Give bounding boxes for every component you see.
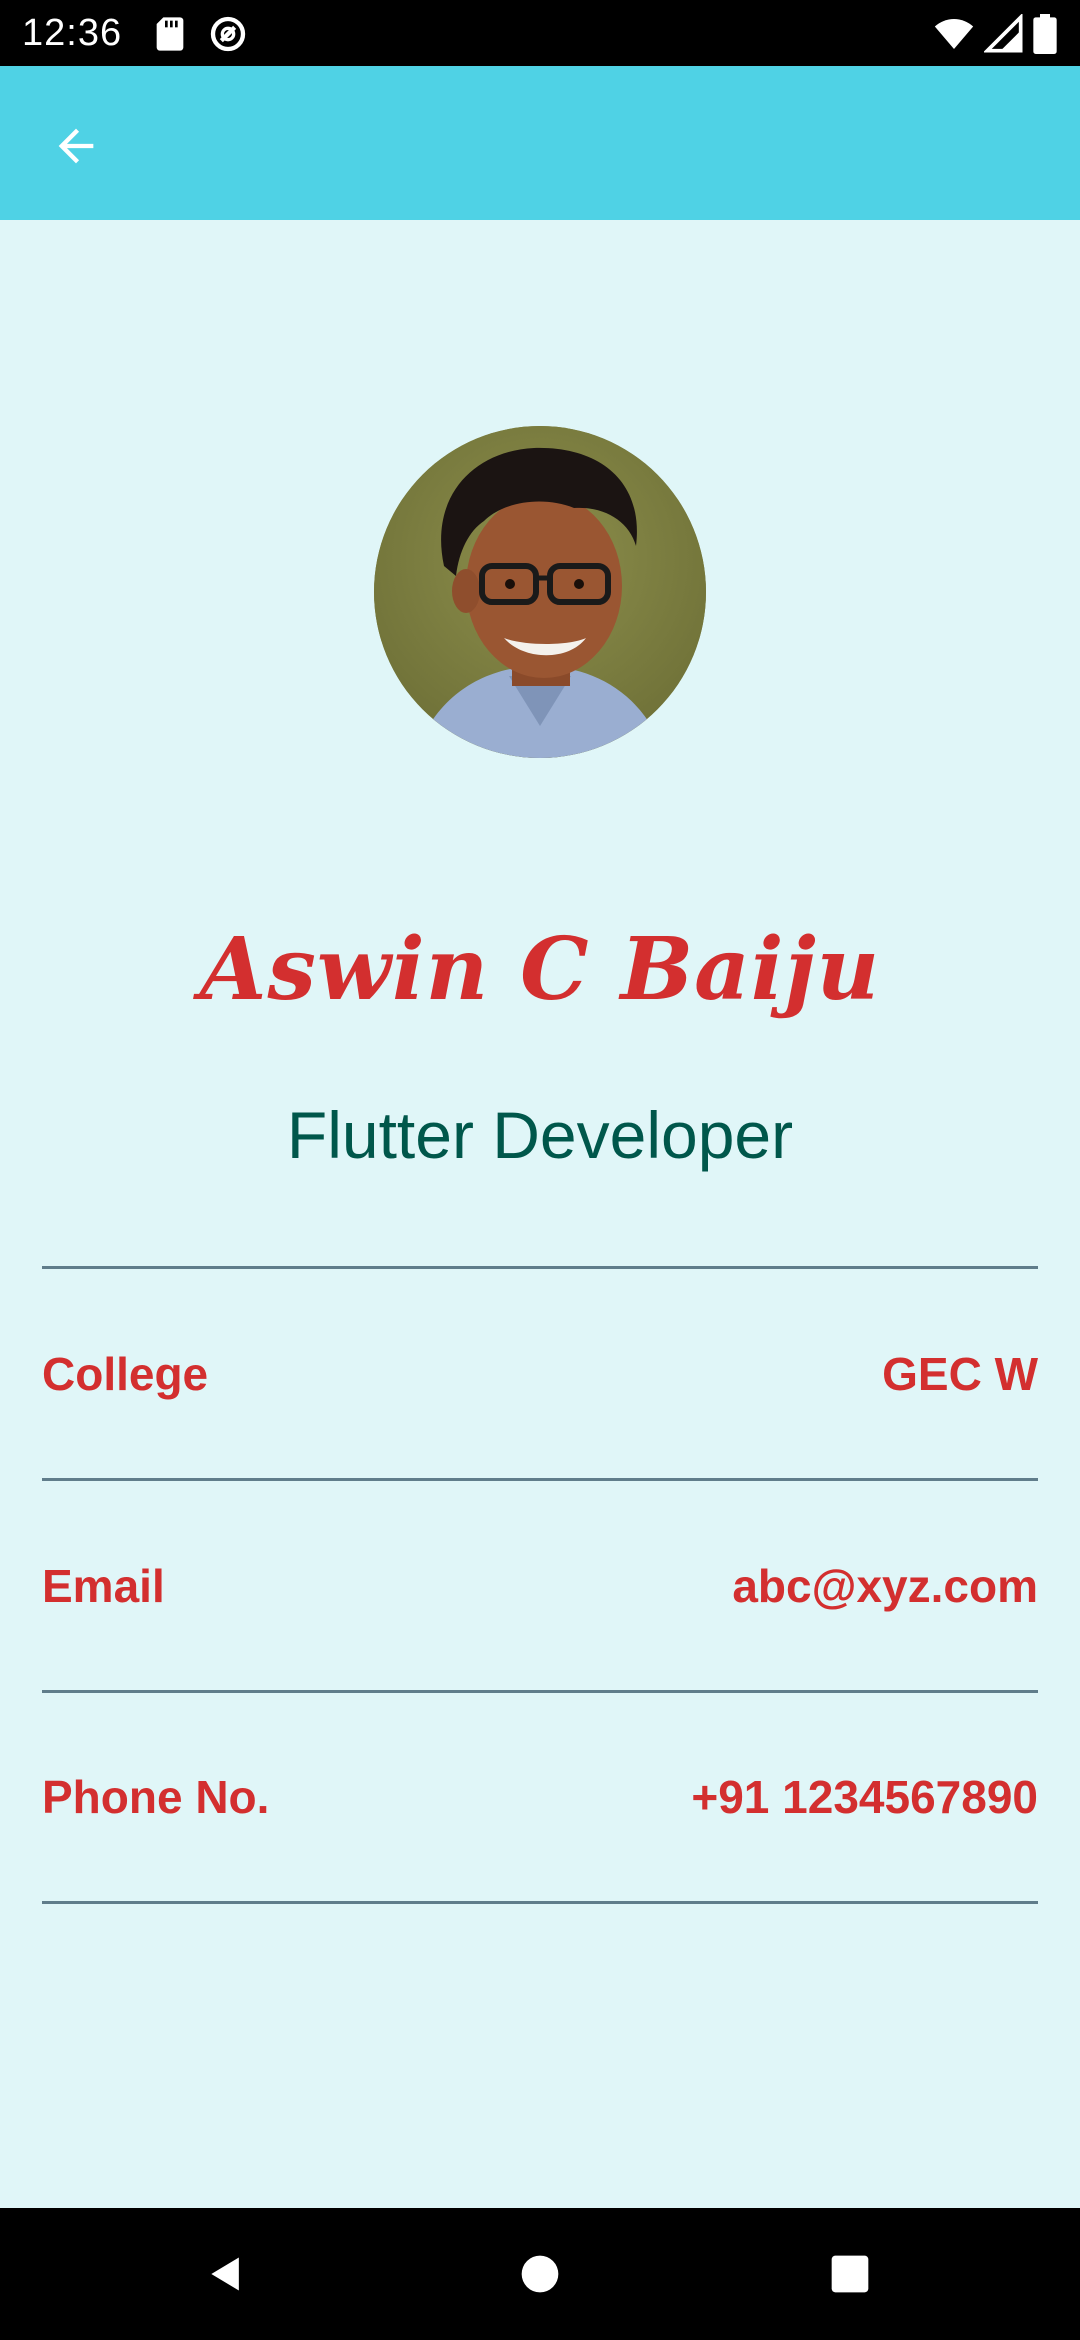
nav-home-button[interactable] [510, 2244, 570, 2304]
wifi-icon [934, 19, 974, 49]
info-value: +91 1234567890 [691, 1771, 1038, 1823]
info-label: Phone No. [42, 1771, 270, 1823]
info-value: GEC W [882, 1348, 1038, 1400]
info-label: College [42, 1348, 209, 1400]
status-time: 12:36 [22, 12, 123, 54]
nav-back-button[interactable] [196, 2244, 256, 2304]
avatar [374, 426, 706, 758]
info-row-phone: Phone No. +91 1234567890 [42, 1752, 1038, 1842]
status-bar: 12:36 [0, 0, 1080, 66]
navigation-bar [0, 2208, 1080, 2340]
info-row-email: Email abc@xyz.com [42, 1541, 1038, 1631]
signal-icon [984, 14, 1023, 53]
info-label: Email [42, 1560, 165, 1612]
back-button[interactable] [40, 110, 112, 182]
sd-card-icon [156, 17, 184, 51]
recents-square-icon [831, 2255, 869, 2293]
data-saver-icon [210, 16, 246, 52]
profile-name: Aswin C Baiju [199, 919, 881, 1020]
app-bar [0, 66, 1080, 220]
home-circle-icon [521, 2255, 559, 2293]
divider [42, 1690, 1038, 1693]
profile-photo [374, 426, 706, 758]
profile-role: Flutter Developer [286, 1098, 794, 1172]
info-value: abc@xyz.com [732, 1560, 1038, 1612]
battery-icon [1033, 14, 1057, 54]
info-row-college: College GEC W [42, 1329, 1038, 1419]
nav-recents-button[interactable] [820, 2244, 880, 2304]
arrow-back-icon [58, 128, 94, 164]
divider [42, 1478, 1038, 1481]
divider [42, 1266, 1038, 1269]
divider [42, 1901, 1038, 1904]
back-triangle-icon [211, 2257, 239, 2291]
